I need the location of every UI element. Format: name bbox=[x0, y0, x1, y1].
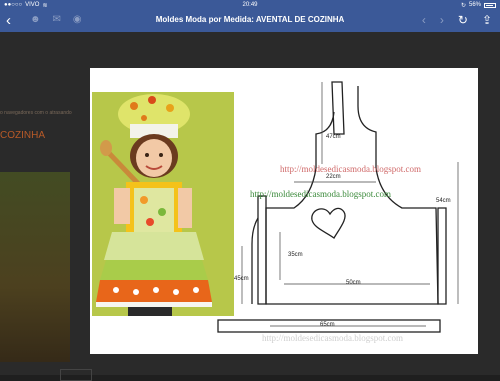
back-arrow-icon[interactable]: ‹ bbox=[422, 13, 426, 27]
image-lightbox[interactable]: http://moldesedicasmoda.blogspot.com htt… bbox=[90, 68, 478, 354]
background-photo bbox=[0, 172, 70, 362]
nav-bar: ‹ ☻ ✉ ◉ Moldes Moda por Medida: AVENTAL … bbox=[0, 10, 500, 32]
forward-arrow-icon[interactable]: › bbox=[440, 13, 444, 27]
status-time: 20:49 bbox=[242, 2, 258, 8]
background-box bbox=[60, 369, 92, 381]
dim-waist: 50cm bbox=[346, 280, 361, 286]
dim-strap: 47cm bbox=[326, 134, 341, 140]
share-icon[interactable]: ⇪ bbox=[482, 13, 492, 27]
background-heading: COZINHA bbox=[0, 130, 45, 141]
dim-tie: 65cm bbox=[320, 322, 335, 328]
dim-pocket: 35cm bbox=[288, 252, 303, 258]
nav-right-icons: ‹ › ↻ ⇪ bbox=[422, 13, 492, 27]
dim-body-height: 54cm bbox=[436, 198, 451, 204]
watermark-url: http://moldesedicasmoda.blogspot.com bbox=[262, 333, 403, 343]
watermark-url: http://moldesedicasmoda.blogspot.com bbox=[250, 189, 391, 199]
status-bar: ●●○○○ VIVO ≋ 20:49 ↻ 56% bbox=[0, 0, 500, 10]
refresh-icon[interactable]: ↻ bbox=[458, 13, 468, 27]
battery-icon bbox=[484, 2, 496, 8]
background-text: o navegadores com o atrasando bbox=[0, 110, 72, 116]
watermark-url: http://moldesedicasmoda.blogspot.com bbox=[280, 164, 421, 174]
dim-top-width: 22cm bbox=[326, 174, 341, 180]
apron-pattern-drawing bbox=[217, 81, 459, 333]
dim-side: 45cm bbox=[234, 276, 249, 282]
